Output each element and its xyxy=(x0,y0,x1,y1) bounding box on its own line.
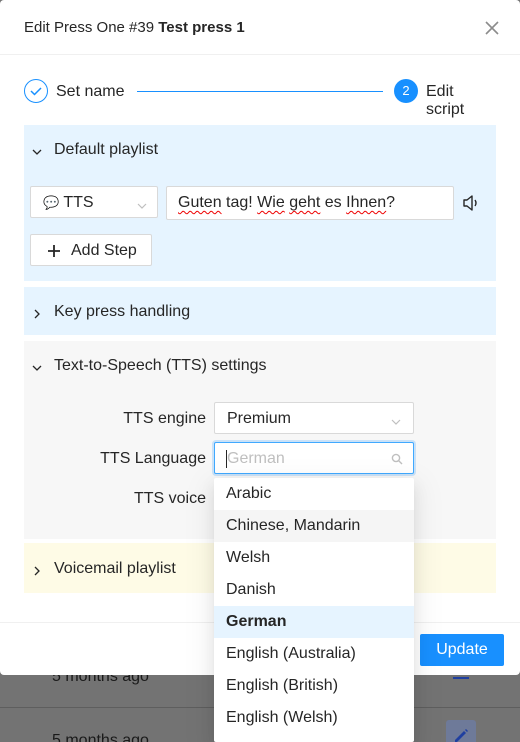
speech-bubble-icon: 💬 xyxy=(43,195,60,210)
panel-default-playlist-header[interactable]: Default playlist xyxy=(24,125,496,173)
tts-language-placeholder: German xyxy=(227,450,285,467)
tts-engine-select[interactable]: Premium xyxy=(214,402,414,434)
text-caret xyxy=(226,450,227,468)
modal-title-name: Test press 1 xyxy=(158,19,245,36)
chevron-down-icon xyxy=(391,414,401,425)
tts-engine-value: Premium xyxy=(227,410,292,427)
panel-label: Voicemail playlist xyxy=(54,560,176,577)
panel-label: Key press handling xyxy=(54,303,191,320)
plus-icon xyxy=(47,244,61,258)
row-date: 5 months ago xyxy=(52,732,149,742)
search-icon xyxy=(391,452,403,465)
tts-engine-label: TTS engine xyxy=(123,410,206,427)
step-number: 2 xyxy=(394,79,418,103)
tts-language-label: TTS Language xyxy=(100,450,206,467)
close-icon[interactable] xyxy=(482,18,502,38)
tts-language-select[interactable]: German xyxy=(214,442,414,474)
chevron-right-icon xyxy=(32,306,42,319)
modal-title: Edit Press One #39 Test press 1 xyxy=(24,19,245,36)
add-step-button[interactable]: Add Step xyxy=(30,234,152,266)
language-option[interactable]: Arabic xyxy=(214,478,414,510)
chevron-down-icon xyxy=(32,360,42,371)
speaker-icon[interactable] xyxy=(462,194,482,212)
edit-icon[interactable] xyxy=(446,720,476,742)
step-type-value: 💬 TTS xyxy=(43,194,94,211)
language-option[interactable]: English (British) xyxy=(214,670,414,702)
chevron-down-icon xyxy=(32,144,42,155)
step-edit-script: Edit script xyxy=(426,83,465,118)
panel-label: Default playlist xyxy=(54,141,159,158)
modal-title-prefix: Edit Press One #39 xyxy=(24,19,155,36)
update-button[interactable]: Update xyxy=(420,634,504,666)
chevron-right-icon xyxy=(32,563,42,576)
check-icon xyxy=(24,79,48,103)
panel-default-playlist: Default playlist 💬 TTS Guten tag! Wie ge… xyxy=(24,125,496,281)
language-option[interactable]: Welsh xyxy=(214,542,414,574)
tts-voice-label: TTS voice xyxy=(133,490,206,507)
panel-key-press-handling: Key press handling xyxy=(24,287,496,335)
language-option[interactable]: Danish xyxy=(214,574,414,606)
language-option[interactable]: Chinese, Mandarin xyxy=(214,510,414,542)
step-divider xyxy=(137,91,383,92)
tts-text-input[interactable]: Guten tag! Wie geht es Ihnen? xyxy=(166,186,454,220)
chevron-down-icon xyxy=(137,198,147,209)
language-option[interactable]: English (Australia) xyxy=(214,638,414,670)
panel-tts-settings-header[interactable]: Text-to-Speech (TTS) settings xyxy=(24,341,496,389)
steps: Set name 2 Edit script xyxy=(24,78,496,118)
step-type-select[interactable]: 💬 TTS xyxy=(30,186,158,218)
language-option[interactable]: English (Welsh) xyxy=(214,702,414,734)
language-option[interactable]: German xyxy=(214,606,414,638)
panel-key-press-header[interactable]: Key press handling xyxy=(24,287,496,335)
panel-label: Text-to-Speech (TTS) settings xyxy=(54,357,267,374)
modal-header: Edit Press One #39 Test press 1 xyxy=(0,0,520,55)
add-step-label: Add Step xyxy=(71,242,137,259)
step-set-name[interactable]: Set name xyxy=(56,83,124,101)
language-dropdown: Arabic Chinese, Mandarin Welsh Danish German… xyxy=(214,478,414,742)
